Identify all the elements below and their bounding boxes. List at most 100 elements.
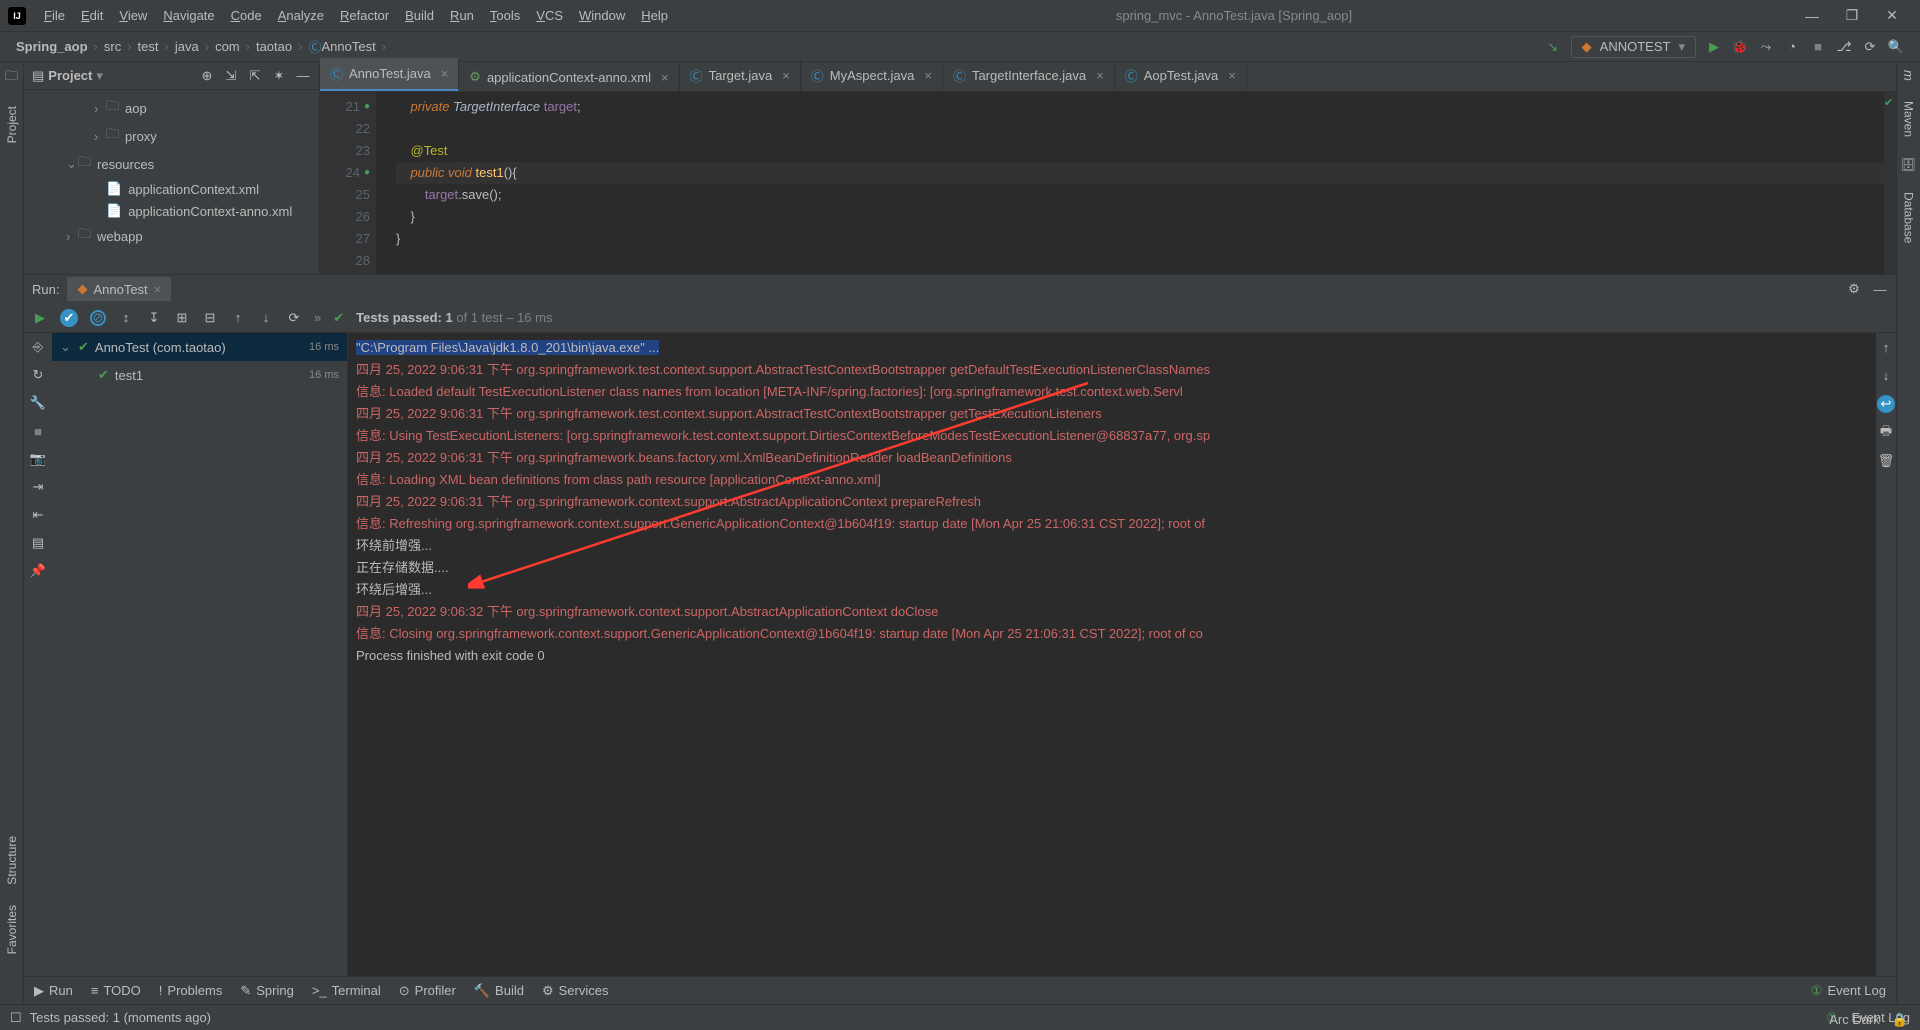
menu-help[interactable]: Help xyxy=(633,8,676,23)
settings-icon[interactable]: ✶ xyxy=(271,68,287,84)
run-tab[interactable]: ◆ AnnoTest × xyxy=(67,277,171,301)
breadcrumb-item[interactable]: AnnoTest xyxy=(321,39,375,54)
editor-tab[interactable]: ⒸAopTest.java× xyxy=(1115,60,1247,91)
sort2-icon[interactable]: ↧ xyxy=(146,310,162,326)
bottom-tab-todo[interactable]: ≡TODO xyxy=(91,983,141,998)
project-tool-button[interactable]: Project xyxy=(5,106,19,143)
layout-icon[interactable]: ▤ xyxy=(30,535,46,551)
export-icon[interactable]: ⇥ xyxy=(30,479,46,495)
menu-window[interactable]: Window xyxy=(571,8,633,23)
favorites-tool-button[interactable]: Favorites xyxy=(5,905,19,954)
database-tool-button[interactable]: 🗄 xyxy=(1902,157,1916,172)
print-icon[interactable]: 🖶 xyxy=(1878,425,1894,441)
run-icon[interactable]: ▶ xyxy=(1706,39,1722,55)
tree-item[interactable]: 📄applicationContext-anno.xml xyxy=(24,200,319,222)
bottom-tab-terminal[interactable]: >_Terminal xyxy=(312,983,381,998)
tree-item[interactable]: ›🗀webapp xyxy=(24,222,319,250)
menu-file[interactable]: File xyxy=(36,8,73,23)
close-tab-icon[interactable]: × xyxy=(1096,68,1104,83)
build-icon[interactable]: ↘ xyxy=(1545,39,1561,55)
event-log-tab[interactable]: ①Event Log xyxy=(1811,983,1886,999)
editor-tab[interactable]: ⒸMyAspect.java× xyxy=(801,60,943,91)
dump-icon[interactable]: 📷 xyxy=(30,451,46,467)
menu-run[interactable]: Run xyxy=(442,8,482,23)
run-settings-icon[interactable]: ⚙ xyxy=(1846,281,1862,297)
theme-label[interactable]: Arc Dark xyxy=(1829,1012,1880,1028)
folder-icon[interactable]: 🗀 xyxy=(4,70,20,86)
toggle-ignore-icon[interactable]: ⊘ xyxy=(90,310,106,326)
attach-icon[interactable]: ⎆ xyxy=(30,339,46,355)
bottom-tab-build[interactable]: 🔨Build xyxy=(474,983,524,999)
expand-all-icon[interactable]: ⊞ xyxy=(174,310,190,326)
tree-item[interactable]: ›🗀proxy xyxy=(24,122,319,150)
pin-icon[interactable]: 📌 xyxy=(30,563,46,579)
minimize-button[interactable]: — xyxy=(1792,8,1832,24)
test-row[interactable]: ✔test116 ms xyxy=(52,361,347,389)
stop2-icon[interactable]: ■ xyxy=(30,423,46,439)
softwrap-icon[interactable]: ↩ xyxy=(1877,395,1895,413)
bottom-tab-profiler[interactable]: ⊙Profiler xyxy=(399,983,456,999)
next-icon[interactable]: ↓ xyxy=(258,310,274,326)
breadcrumb-item[interactable]: Spring_aop xyxy=(16,39,88,54)
rerun-icon[interactable]: ▶ xyxy=(32,310,48,326)
maven-tool-button[interactable]: m xyxy=(1901,70,1916,81)
maximize-button[interactable]: ❐ xyxy=(1832,7,1872,24)
close-tab-icon[interactable]: × xyxy=(782,68,790,83)
up-icon[interactable]: ↑ xyxy=(1878,339,1894,355)
collapse-icon[interactable]: ⇱ xyxy=(247,68,263,84)
run-hide-icon[interactable]: — xyxy=(1872,281,1888,297)
menu-code[interactable]: Code xyxy=(223,8,270,23)
menu-navigate[interactable]: Navigate xyxy=(155,8,222,23)
down-icon[interactable]: ↓ xyxy=(1878,367,1894,383)
menu-view[interactable]: View xyxy=(111,8,155,23)
editor-tab[interactable]: ⒸTarget.java× xyxy=(680,60,801,91)
locate-icon[interactable]: ⊕ xyxy=(199,68,215,84)
tree-item[interactable]: 📄applicationContext.xml xyxy=(24,178,319,200)
test-tree[interactable]: ⌄✔AnnoTest (com.taotao)16 ms✔test116 ms xyxy=(52,333,348,976)
update-icon[interactable]: ⟳ xyxy=(1862,39,1878,55)
menu-tools[interactable]: Tools xyxy=(482,8,528,23)
database-label[interactable]: Database xyxy=(1902,192,1916,243)
hide-icon[interactable]: — xyxy=(295,68,311,84)
tree-item[interactable]: ⌄🗀resources xyxy=(24,150,319,178)
breadcrumb-item[interactable]: java xyxy=(175,39,199,54)
breadcrumbs[interactable]: Spring_aop›src›test›java›com›taotao›Ⓒ An… xyxy=(16,37,392,56)
editor-tab[interactable]: ⒸTargetInterface.java× xyxy=(943,60,1115,91)
test-row[interactable]: ⌄✔AnnoTest (com.taotao)16 ms xyxy=(52,333,347,361)
breadcrumb-item[interactable]: com xyxy=(215,39,240,54)
editor-tab[interactable]: ⒸAnnoTest.java× xyxy=(320,58,459,91)
close-button[interactable]: ✕ xyxy=(1872,7,1912,24)
editor-tab[interactable]: ⚙applicationContext-anno.xml× xyxy=(459,63,679,91)
project-view-icon[interactable]: ▤ xyxy=(32,68,44,84)
project-tree[interactable]: ›🗀aop›🗀proxy⌄🗀resources📄applicationConte… xyxy=(24,90,319,274)
console-output[interactable]: "C:\Program Files\Java\jdk1.8.0_201\bin\… xyxy=(348,333,1876,976)
bottom-tab-services[interactable]: ⚙Services xyxy=(542,983,609,999)
expand-icon[interactable]: ⇲ xyxy=(223,68,239,84)
stop-icon[interactable]: ■ xyxy=(1810,39,1826,55)
breadcrumb-item[interactable]: test xyxy=(138,39,159,54)
toggle-pass-icon[interactable]: ✔ xyxy=(60,309,78,327)
close-tab-icon[interactable]: × xyxy=(924,68,932,83)
bottom-tab-run[interactable]: ▶Run xyxy=(34,983,73,999)
menu-refactor[interactable]: Refactor xyxy=(332,8,397,23)
close-tab-icon[interactable]: × xyxy=(661,70,669,85)
run-config-selector[interactable]: ◆ ANNOTEST ▾ xyxy=(1571,36,1696,58)
editor-error-strip[interactable]: ✔ xyxy=(1884,92,1896,274)
menu-analyze[interactable]: Analyze xyxy=(270,8,332,23)
collapse-all-icon[interactable]: ⊟ xyxy=(202,310,218,326)
git-icon[interactable]: ⎇ xyxy=(1836,39,1852,55)
editor-body[interactable]: private TargetInterface target; @Test pu… xyxy=(376,92,1884,274)
bottom-tab-problems[interactable]: !Problems xyxy=(159,983,223,998)
close-tab-icon[interactable]: × xyxy=(1228,68,1236,83)
menu-build[interactable]: Build xyxy=(397,8,442,23)
editor-gutter[interactable]: 21●222324●25262728 xyxy=(320,92,376,274)
lock-icon[interactable]: 🔒 xyxy=(1892,1012,1908,1028)
clear-icon[interactable]: 🗑 xyxy=(1878,453,1894,469)
tree-item[interactable]: ›🗀aop xyxy=(24,94,319,122)
sort-icon[interactable]: ↕ xyxy=(118,310,134,326)
structure-tool-button[interactable]: Structure xyxy=(5,836,19,885)
prev-icon[interactable]: ↑ xyxy=(230,310,246,326)
maven-label[interactable]: Maven xyxy=(1902,101,1916,137)
breadcrumb-item[interactable]: src xyxy=(104,39,121,54)
debug-icon[interactable]: 🐞 xyxy=(1732,39,1748,55)
